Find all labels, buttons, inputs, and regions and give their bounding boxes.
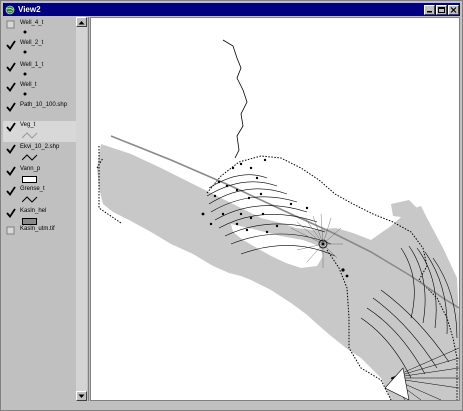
toc-layer-item[interactable]: Path_10_100.shp [3,101,77,120]
toc-layer-item[interactable]: Veg_t [3,121,77,142]
toc-layer-label: Vann_p [20,166,41,172]
close-icon [450,6,457,13]
checkmark-icon[interactable] [6,166,16,176]
checkmark-icon[interactable] [6,62,16,72]
empty-symbol [22,111,38,120]
window-title: View2 [18,5,41,14]
toc-layer-label: Well_4_t [20,20,44,26]
minimize-button[interactable] [424,4,435,15]
point-symbol-icon [23,92,27,96]
toc-layer-label: Kasln_utm.tif [20,226,55,232]
map-canvas[interactable] [91,18,459,400]
toc-layer-item[interactable]: Ekvi_10_2.shp [3,143,77,164]
close-button[interactable] [448,4,459,15]
polygon-symbol-icon [22,176,37,183]
empty-symbol [22,235,38,244]
view-window: View2 Well_4_t Well_2_t Well_1_t Well_t Path… [0,0,463,411]
checkbox-icon[interactable] [6,20,16,30]
checkmark-icon[interactable] [6,122,16,132]
globe-icon [5,5,15,14]
checkmark-icon[interactable] [6,208,16,218]
toc-layer-label: Kasln_hel [20,208,47,214]
toc-layer-item[interactable]: Kasln_hel [3,207,77,225]
line-symbol-icon [22,154,38,161]
scroll-up-button[interactable] [76,17,87,27]
toc-layer-item[interactable]: Vann_p [3,165,77,184]
title-bar[interactable]: View2 [3,3,460,16]
toc-layer-item[interactable]: Grense_t [3,185,77,206]
status-bar [3,402,460,410]
toc-layer-item[interactable]: Well_1_t [3,61,77,80]
arrow-up-icon [78,20,85,24]
toc-vertical-scrollbar[interactable] [76,17,87,401]
checkmark-icon[interactable] [6,144,16,154]
toc-layer-label: Well_2_t [20,40,44,46]
toc-layer-item[interactable]: Well_t [3,81,77,100]
checkmark-icon[interactable] [6,82,16,92]
checkmark-icon[interactable] [6,102,16,112]
scroll-down-button[interactable] [76,391,87,401]
checkmark-icon[interactable] [6,186,16,196]
maximize-button[interactable] [436,4,447,15]
toc-layer-item[interactable]: Well_2_t [3,39,77,58]
maximize-icon [438,6,445,13]
river [222,39,248,159]
toc-layer-label: Veg_t [20,122,36,128]
checkmark-icon[interactable] [6,40,16,50]
point-symbol-icon [23,50,27,54]
minimize-icon [427,10,432,12]
line-symbol-icon [22,132,38,139]
toc-layer-label: Ekvi_10_2.shp [20,144,60,150]
toc-layer-label: Path_10_100.shp [20,102,68,108]
map-display[interactable] [90,17,460,401]
checkbox-icon[interactable] [6,226,16,236]
toc-layer-item[interactable]: Well_4_t [3,19,77,38]
point-symbol-icon [23,30,27,34]
toc-layer-label: Well_1_t [20,62,44,68]
toc-layer-label: Grense_t [20,186,45,192]
line-symbol-icon [22,196,38,203]
arrow-down-icon [78,394,85,398]
toc-layer-label: Well_t [20,82,37,88]
point-symbol-icon [23,72,27,76]
toc-layer-item[interactable]: Kasln_utm.tif [3,225,77,237]
